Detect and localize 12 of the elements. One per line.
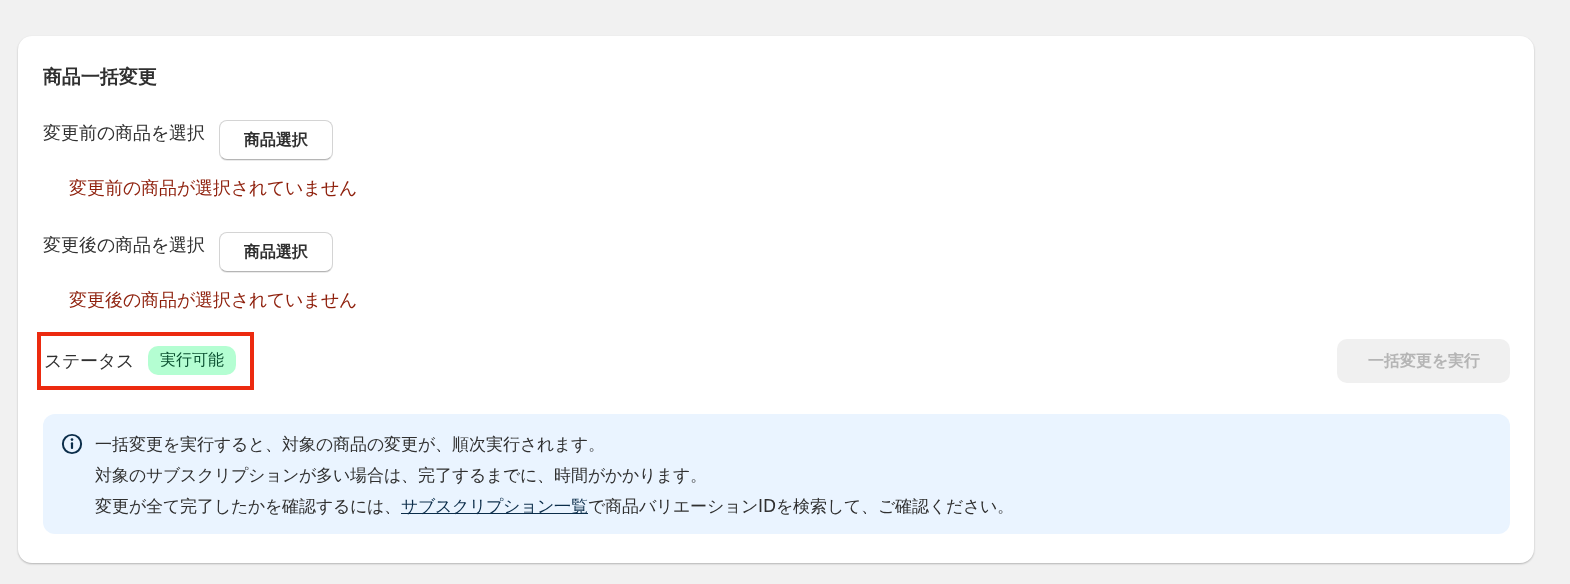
error-message: 変更前の商品が選択されていません xyxy=(69,176,358,200)
field-label: 変更前の商品を選択 xyxy=(43,121,205,145)
info-icon xyxy=(61,433,83,455)
product-select-button[interactable]: 商品選択 xyxy=(219,120,333,160)
card-title: 商品一括変更 xyxy=(43,64,158,89)
status-label: ステータス xyxy=(44,349,134,373)
field-label: 変更後の商品を選択 xyxy=(43,233,205,257)
product-select-button[interactable]: 商品選択 xyxy=(219,232,333,272)
info-text: 一括変更を実行すると、対象の商品の変更が、順次実行されます。 対象のサブスクリプションが多い場合は、完了するまでに、時間がかかります。 変更が全て完了したかを確認するには、サブスクリプション一覧で商品バリエーションIDを検索して、ご確認ください。 xyxy=(95,433,1015,518)
subscription-list-link[interactable]: サブスクリプション一覧 xyxy=(401,496,588,516)
error-message: 変更後の商品が選択されていません xyxy=(69,288,358,312)
status-badge: 実行可能 xyxy=(148,346,236,375)
